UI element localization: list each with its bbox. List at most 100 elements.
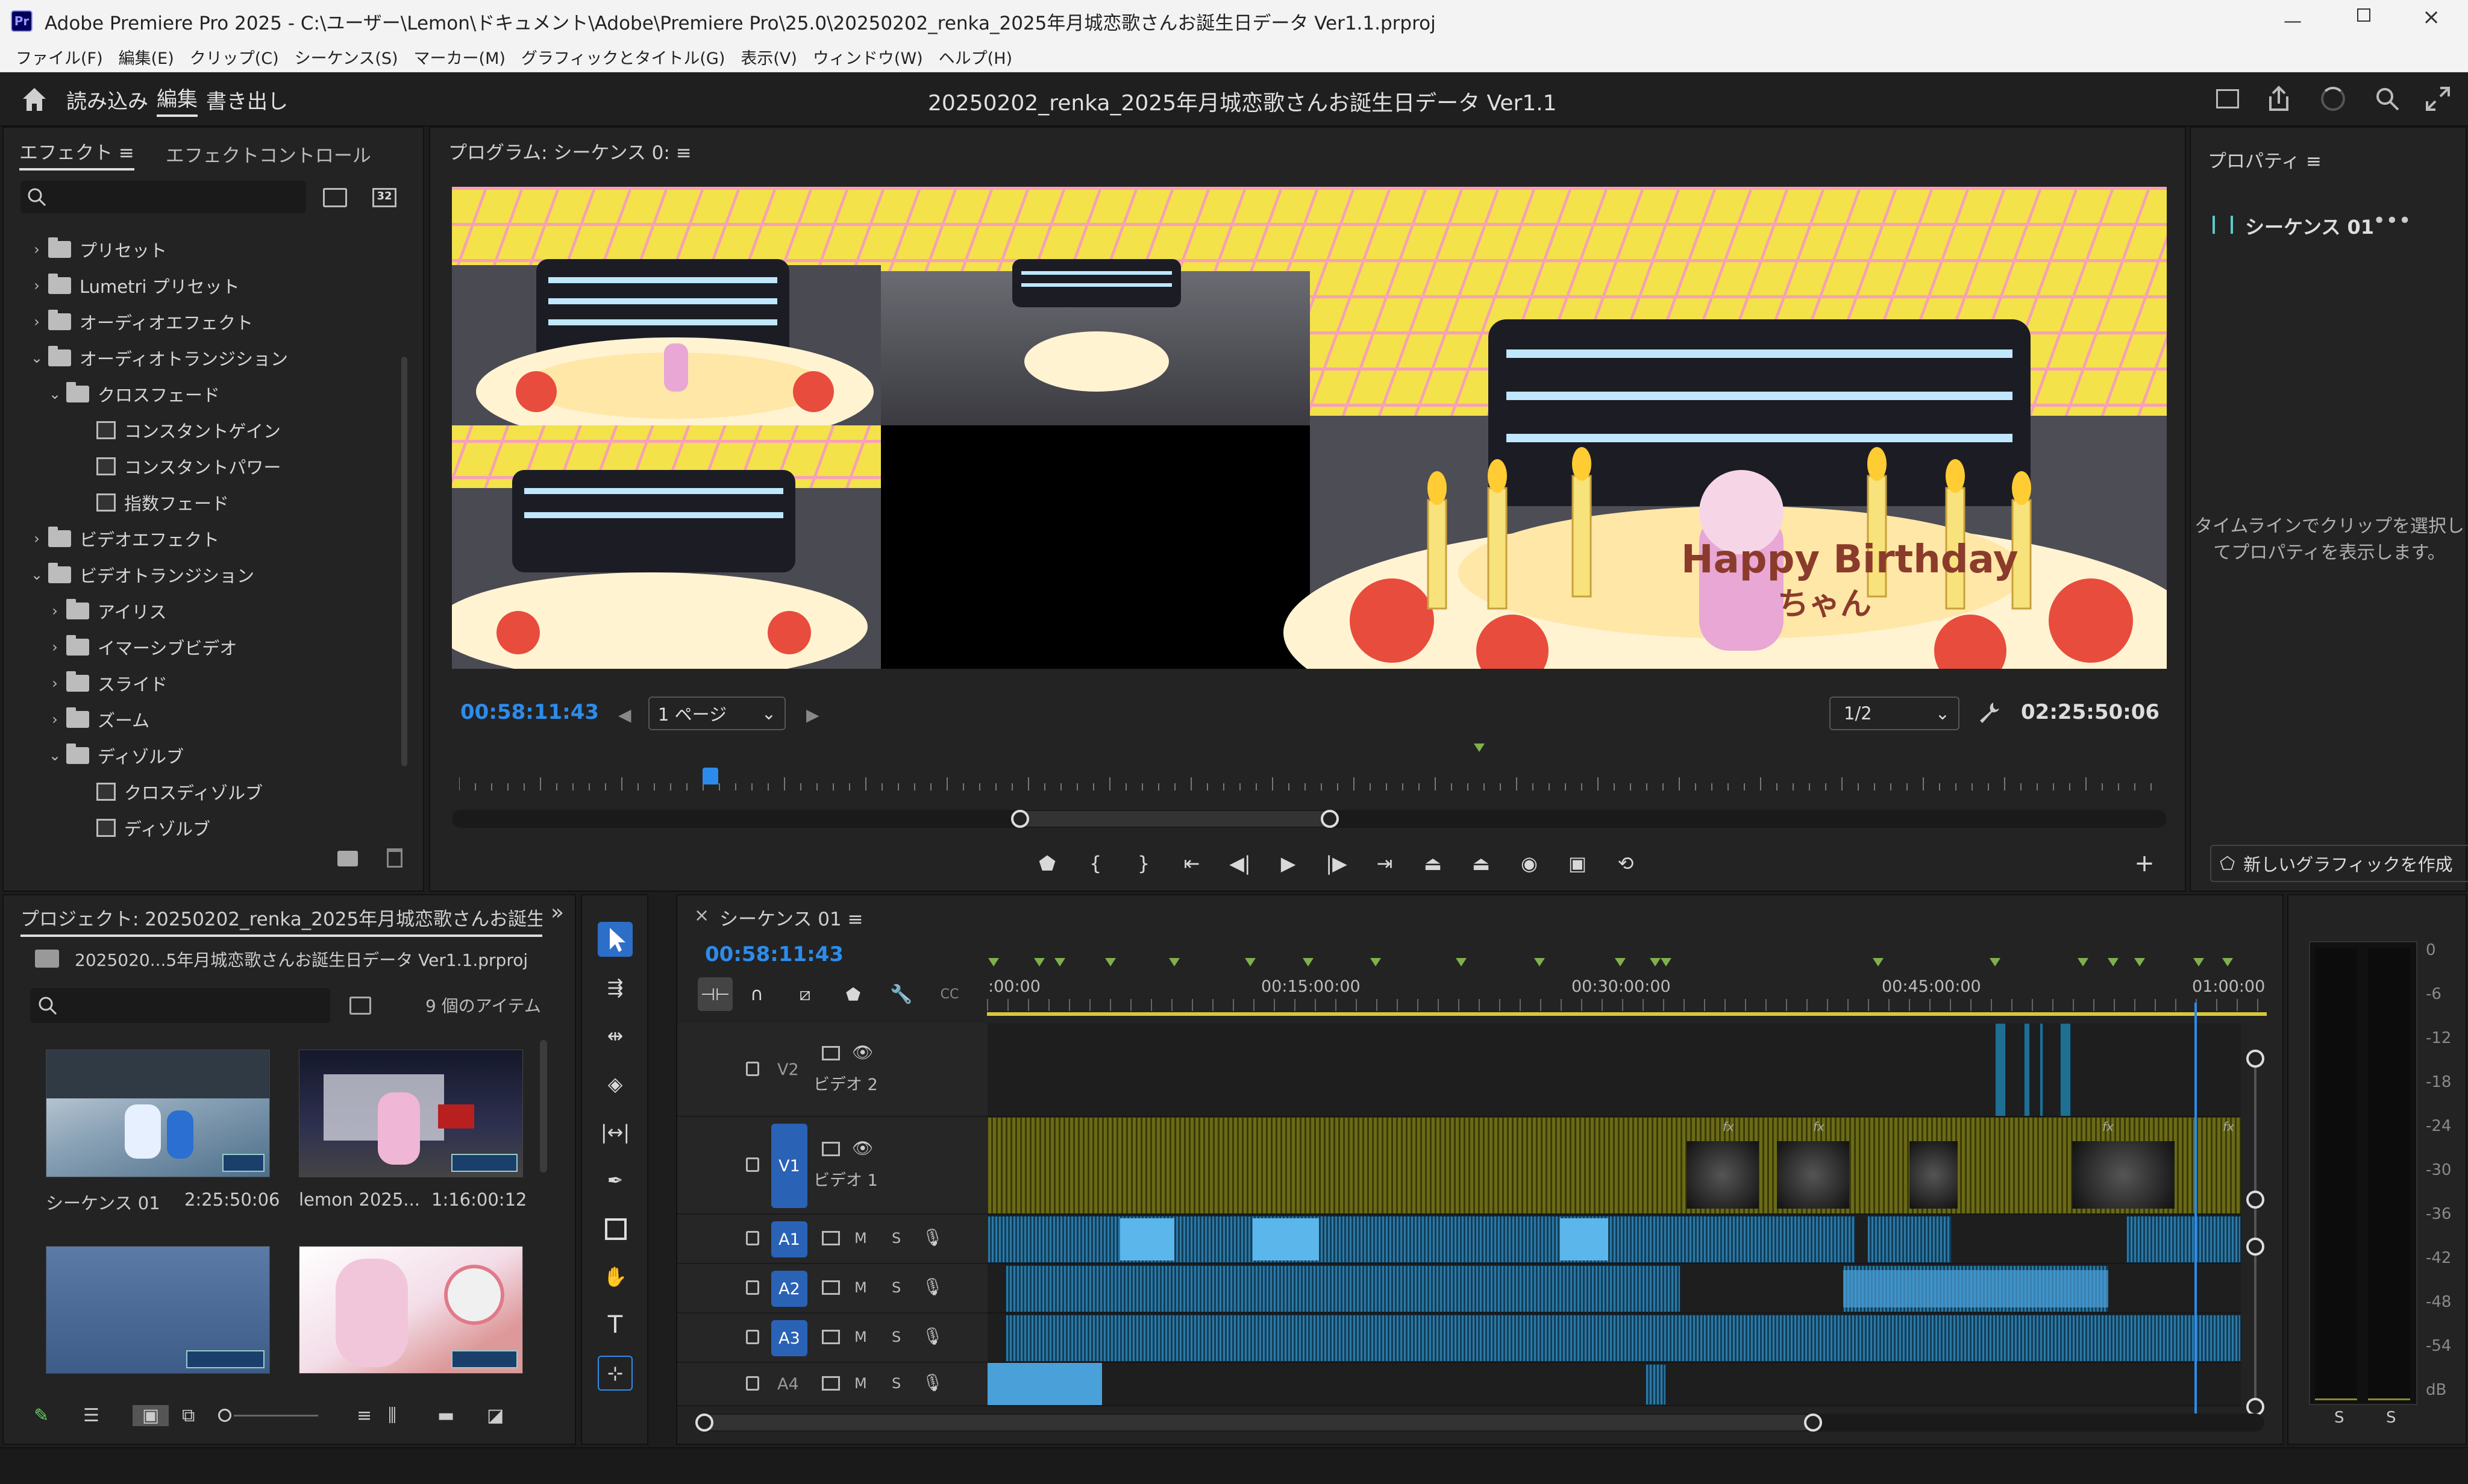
timeline-horizontal-scrollbar[interactable]	[695, 1414, 2264, 1432]
timeline-marker[interactable]	[1303, 958, 1314, 966]
eye-icon[interactable]: 👁	[852, 1138, 874, 1158]
sync-lock-icon[interactable]	[822, 1142, 840, 1156]
track-target-v2[interactable]: V2	[777, 1060, 799, 1079]
timeline-clip[interactable]	[1995, 1023, 2006, 1116]
more-options-icon[interactable]: •••	[2373, 208, 2411, 233]
work-area-bar[interactable]	[987, 1012, 2267, 1016]
timeline-tab[interactable]: シーケンス 01 ≡	[719, 904, 863, 931]
effects-tree-item[interactable]: ⌄ ディゾルブ	[46, 737, 184, 774]
menu-item-8[interactable]: ヘルプ(H)	[939, 45, 1012, 69]
delete-icon[interactable]	[387, 848, 402, 868]
maximize-button[interactable]	[2357, 8, 2370, 22]
timeline-marker[interactable]	[1054, 958, 1065, 966]
chevron-down-icon[interactable]: ⌄	[46, 747, 64, 764]
snap-icon[interactable]: ∩	[733, 984, 781, 1005]
audio-clip-highlight[interactable]	[988, 1363, 1102, 1405]
sync-lock-icon[interactable]	[822, 1330, 840, 1344]
audio-clip-highlight[interactable]	[1120, 1218, 1174, 1260]
chevron-down-icon[interactable]: ⌄	[28, 566, 46, 583]
menu-item-7[interactable]: ウィンドウ(W)	[813, 45, 923, 69]
close-window-button[interactable]: ×	[2422, 5, 2440, 30]
workspace-tab-0[interactable]: 読み込み	[66, 85, 148, 114]
timeline-marker[interactable]	[1370, 958, 1381, 966]
chevron-right-icon[interactable]: ›	[28, 313, 46, 330]
export-frame-icon[interactable]: ◉	[1505, 852, 1553, 875]
effects-tree-item[interactable]: › アイリス	[46, 593, 167, 629]
lock-icon[interactable]	[746, 1280, 759, 1295]
timeline-clip[interactable]	[1006, 1265, 1680, 1312]
track-target-a3[interactable]: A3	[771, 1320, 807, 1356]
hand-tool[interactable]: ✋	[598, 1259, 633, 1294]
lock-icon[interactable]	[746, 1330, 759, 1344]
mute-button[interactable]: M	[854, 1230, 867, 1247]
timeline-marker[interactable]	[1990, 958, 2000, 966]
effects-tree-item[interactable]: › オーディオエフェクト	[28, 304, 253, 340]
timeline-clip[interactable]	[1006, 1315, 2241, 1362]
microphone-icon[interactable]: 🎙	[922, 1326, 944, 1346]
fullscreen-icon[interactable]	[2425, 86, 2451, 112]
razor-tool[interactable]: ◈	[598, 1066, 633, 1101]
menu-item-1[interactable]: 編集(E)	[119, 45, 174, 69]
chevron-right-icon[interactable]: ›	[46, 603, 64, 619]
solo-left-button[interactable]: S	[2334, 1409, 2344, 1427]
chevron-down-icon[interactable]: ⌄	[46, 386, 64, 402]
menu-item-5[interactable]: グラフィックとタイトル(G)	[521, 45, 725, 69]
project-item-thumbnail[interactable]	[46, 1050, 270, 1177]
timeline-marker[interactable]	[2108, 958, 2119, 966]
chevron-right-icon[interactable]: ›	[46, 675, 64, 692]
new-bin-icon[interactable]	[337, 851, 358, 866]
generative-extend-tool[interactable]: ⊹	[598, 1356, 633, 1391]
wrench-icon[interactable]	[1978, 700, 2002, 724]
mute-button[interactable]: M	[854, 1279, 867, 1296]
solo-button[interactable]: S	[892, 1375, 901, 1392]
selection-tool[interactable]	[598, 922, 633, 957]
audio-clip-highlight[interactable]	[1560, 1218, 1608, 1260]
timeline-settings-icon[interactable]: 🔧	[877, 984, 926, 1005]
timeline-clip[interactable]	[1646, 1364, 1666, 1405]
pencil-icon[interactable]: ✎	[34, 1405, 83, 1426]
share-icon[interactable]	[2267, 86, 2291, 112]
next-page-icon[interactable]: ▶	[806, 705, 819, 725]
chevron-right-icon[interactable]: ›	[28, 530, 46, 547]
scroll-handle-left[interactable]	[1011, 810, 1029, 828]
track-lane-a3[interactable]	[988, 1313, 2241, 1363]
track-lane-a1[interactable]	[988, 1215, 2241, 1264]
timeline-clip[interactable]	[2040, 1023, 2043, 1116]
effects-tree-item[interactable]: クロスディゾルブ	[64, 774, 263, 810]
quick-search-icon[interactable]	[2374, 86, 2401, 112]
freeform-view-icon[interactable]: ⧉	[169, 1405, 218, 1426]
mark-in-icon[interactable]: {	[1071, 852, 1120, 875]
timeline-timecode[interactable]: 00:58:11:43	[705, 942, 844, 966]
project-item-thumbnail[interactable]	[46, 1246, 270, 1374]
effects-tree-item[interactable]: › ビデオエフェクト	[28, 521, 219, 557]
lift-icon[interactable]: ⏏	[1409, 852, 1457, 875]
mute-button[interactable]: M	[854, 1329, 867, 1345]
track-lane-v1[interactable]: fx fx fx fx	[988, 1117, 2241, 1215]
scroll-handle-mid2[interactable]	[2246, 1238, 2264, 1256]
workspace-tab-1[interactable]: 編集	[157, 83, 198, 117]
solo-right-button[interactable]: S	[2386, 1409, 2396, 1427]
timeline-clip[interactable]	[988, 1117, 2241, 1213]
timeline-clip[interactable]	[1867, 1216, 1952, 1263]
menu-item-2[interactable]: クリップ(C)	[190, 45, 279, 69]
comparison-view-icon[interactable]: ▣	[1553, 852, 1602, 875]
timeline-marker[interactable]	[1034, 958, 1045, 966]
properties-title[interactable]: プロパティ ≡	[2208, 146, 2322, 173]
effects-tree-item[interactable]: › Lumetri プリセット	[28, 268, 240, 304]
linked-selection-icon[interactable]: ⧄	[781, 984, 829, 1005]
audio-clip-highlight[interactable]	[1253, 1218, 1319, 1260]
chevron-right-icon[interactable]: ›	[46, 639, 64, 656]
nest-sequence-icon[interactable]: ⊣⊢	[698, 977, 733, 1011]
timeline-marker[interactable]	[988, 958, 999, 966]
effects-tree-item[interactable]: › イマーシブビデオ	[46, 629, 237, 665]
effects-tree-item[interactable]: 指数フェード	[64, 484, 229, 521]
menu-item-3[interactable]: シーケンス(S)	[295, 45, 398, 69]
vr-toggle-icon[interactable]: ⟲	[1602, 852, 1650, 875]
menu-item-6[interactable]: 表示(V)	[741, 45, 797, 69]
timeline-marker[interactable]	[1534, 958, 1545, 966]
audio-clip-highlight[interactable]	[1843, 1270, 2108, 1307]
track-target-a4[interactable]: A4	[777, 1375, 799, 1411]
effects-search-input[interactable]	[20, 181, 306, 213]
track-select-tool[interactable]: ⇶	[598, 970, 633, 1005]
microphone-icon[interactable]: 🎙	[922, 1227, 944, 1247]
